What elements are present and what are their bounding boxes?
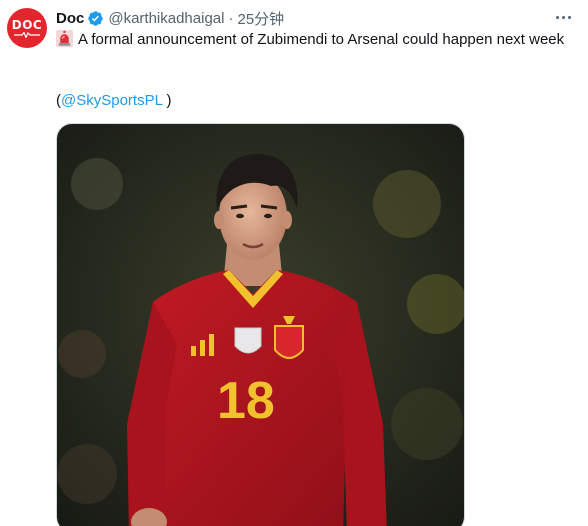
credit-close-paren: ) [162,92,172,109]
verified-badge-icon [87,10,104,27]
tweet-header: Doc @karthikadhaigal · 25分钟 [56,8,284,28]
siren-icon [56,30,73,47]
tweet-body: A formal announcement of Zubimendi to Ar… [78,31,565,48]
tweet-text: A formal announcement of Zubimendi to Ar… [56,30,576,50]
timestamp[interactable]: 25分钟 [237,8,284,29]
avatar-logo-text: DOC [11,17,43,32]
player-photo: 18 [57,124,464,526]
heartbeat-icon [14,31,40,38]
tweet-media-image[interactable]: 18 [56,123,465,526]
avatar[interactable]: DOC [7,8,47,48]
user-handle[interactable]: @karthikadhaigal [108,10,224,27]
display-name[interactable]: Doc [56,10,84,27]
jersey-number: 18 [217,372,275,430]
source-credit: (@SkySportsPL ) [56,91,172,111]
tweet-card[interactable]: DOC Doc @karthikadhaigal · 25分钟 A formal… [0,0,588,526]
separator-dot: · [228,9,234,27]
more-options-icon[interactable] [552,7,574,27]
mention-link[interactable]: @SkySportsPL [61,92,162,109]
